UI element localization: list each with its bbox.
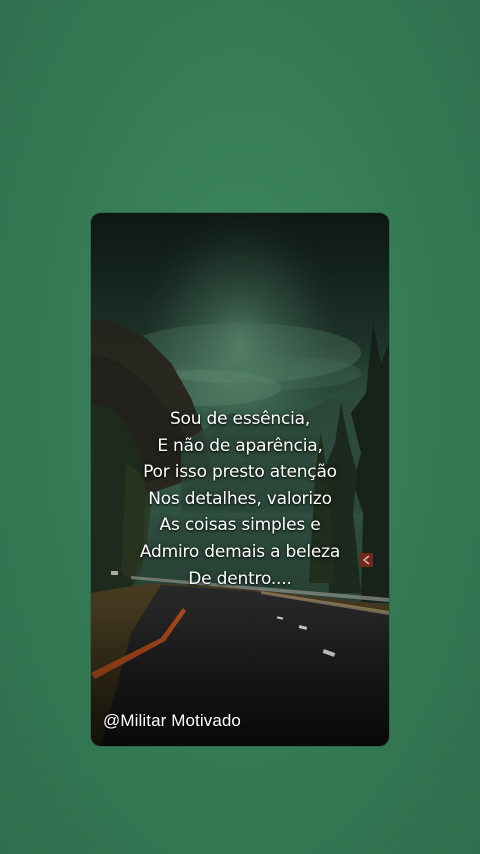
page-background: Sou de essência, E não de aparência, Por… (0, 0, 480, 854)
author-handle: @Militar Motivado (103, 711, 241, 730)
photo-card: Sou de essência, E não de aparência, Por… (91, 213, 389, 746)
quote-line: Por isso presto atenção (143, 462, 337, 483)
quote-line: Admiro demais a beleza (139, 541, 341, 562)
quote-line: Sou de essência, (169, 409, 311, 429)
quote-text: Sou de essência, E não de aparência, Por… (91, 406, 389, 592)
quote-line: E não de aparência, (157, 435, 323, 456)
quote-line: As coisas simples e (159, 515, 321, 536)
quote-line: De dentro.... (188, 568, 292, 589)
quote-line: Nos detalhes, valorizo (148, 488, 332, 509)
